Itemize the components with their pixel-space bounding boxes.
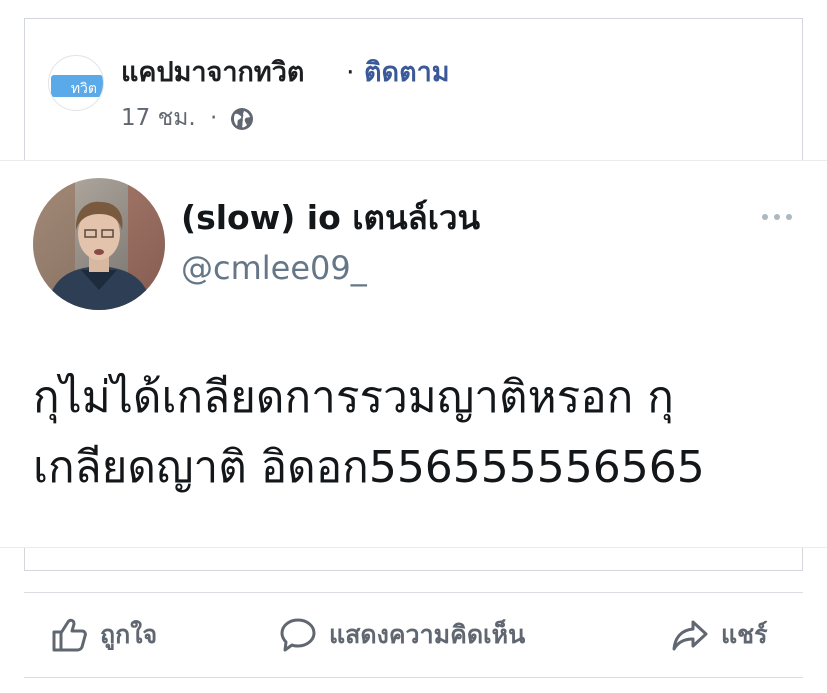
header-separator: · <box>346 57 355 88</box>
comment-button[interactable]: แสดงความคิดเห็น <box>279 612 525 658</box>
tweet-display-name[interactable]: (slow) io เตนล์เวน <box>181 196 480 240</box>
like-label: ถูกใจ <box>100 620 158 649</box>
page-name[interactable]: แคปมาจากทวิต <box>121 55 304 91</box>
action-bar-divider-bottom <box>24 677 803 678</box>
thumbs-up-icon <box>52 618 87 652</box>
tweet-text-line-2: เกลียดญาติ อิดอก556555556565 <box>33 442 705 493</box>
post-timestamp[interactable]: 17 ชม. <box>121 102 196 134</box>
page-avatar[interactable]: ทวิต <box>48 55 104 111</box>
tweet-handle[interactable]: @cmlee09_ <box>181 247 367 289</box>
timestamp-separator: · <box>210 105 218 131</box>
like-button[interactable]: ถูกใจ <box>50 612 157 658</box>
page-logo: ทวิต <box>51 75 103 97</box>
facebook-post-screenshot: ทวิต แคปมาจากทวิต · ติดตาม 17 ชม. · (slo… <box>0 0 827 693</box>
share-label: แชร์ <box>721 620 768 649</box>
follow-button[interactable]: ติดตาม <box>364 55 450 91</box>
share-button[interactable]: แชร์ <box>671 612 768 658</box>
comment-label: แสดงความคิดเห็น <box>329 620 526 649</box>
action-bar-divider-top <box>24 592 803 593</box>
tweet-text-line-1: กุไม่ได้เกลียดการรวมญาติหรอก กุ <box>33 372 674 423</box>
speech-bubble-icon <box>280 618 316 652</box>
more-dots-icon[interactable] <box>759 208 795 226</box>
tweet-text: กุไม่ได้เกลียดการรวมญาติหรอก กุ เกลียดญา… <box>33 363 793 503</box>
globe-icon[interactable] <box>229 106 255 132</box>
tweet-avatar[interactable] <box>33 178 165 310</box>
avatar-photo <box>33 178 165 310</box>
share-arrow-icon <box>672 620 708 651</box>
page-logo-text: ทวิต <box>70 81 97 97</box>
